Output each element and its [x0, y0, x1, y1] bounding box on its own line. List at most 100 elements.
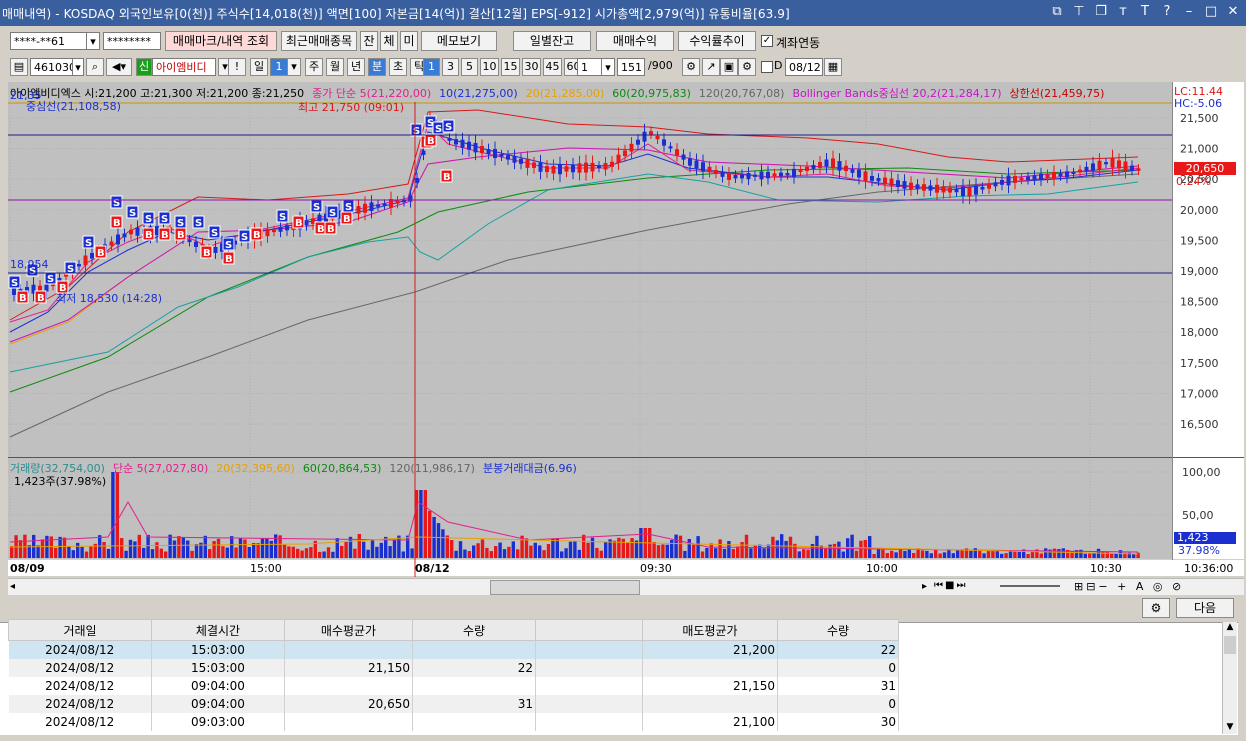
scroll-up-icon[interactable]: ▲	[1223, 622, 1237, 632]
table-row[interactable]: 2024/08/12 15:03:00 21,150 22 0	[8, 659, 899, 677]
save-icon[interactable]: ▣	[720, 58, 738, 76]
period-button-1[interactable]: 월	[326, 58, 344, 76]
close-icon[interactable]: ✕	[1226, 4, 1240, 19]
column-header-5[interactable]: 매도평균가	[642, 619, 778, 641]
period-dropdown-icon[interactable]: ▾	[287, 58, 301, 76]
count-input[interactable]: 151	[617, 58, 645, 76]
daily-balance-button[interactable]: 일별잔고	[513, 31, 591, 51]
chart-type-icon[interactable]: ▤	[10, 58, 28, 76]
table-cell	[412, 713, 536, 731]
period-button-3[interactable]: 분	[368, 58, 386, 76]
indicator-icon[interactable]: ⚙	[682, 58, 700, 76]
minimize-icon[interactable]: –	[1182, 4, 1196, 19]
recent-trades-button[interactable]: 최근매매종목	[281, 31, 357, 51]
interval-button-30[interactable]: 30	[522, 58, 541, 76]
interval-button-3[interactable]: 3	[442, 58, 459, 76]
font-icon[interactable]: ᴛ	[1116, 4, 1130, 19]
table-cell: 0	[777, 659, 899, 677]
table-row[interactable]: 2024/08/12 15:03:00 21,200 22	[8, 640, 899, 659]
interval-button-10[interactable]: 10	[480, 58, 499, 76]
volume-bar	[269, 540, 273, 558]
interval-button-45[interactable]: 45	[543, 58, 562, 76]
interval-button-5[interactable]: 5	[461, 58, 478, 76]
column-header-1[interactable]: 체결시간	[151, 619, 285, 641]
account-dropdown-icon[interactable]: ▾	[86, 32, 100, 50]
d-checkbox[interactable]	[761, 61, 773, 73]
playback-controls-icon[interactable]: ⏮■⏭	[934, 580, 967, 591]
table-row[interactable]: 2024/08/12 09:04:00 20,650 31 0	[8, 695, 899, 713]
count-dropdown-icon[interactable]: ▾	[601, 58, 615, 76]
interval-button-15[interactable]: 15	[501, 58, 520, 76]
restore-icon[interactable]: ❐	[1094, 4, 1108, 19]
password-input[interactable]: ********	[103, 32, 161, 50]
interval-button-1[interactable]: 1	[423, 58, 440, 76]
stock-name-field[interactable]: 아이엠비디	[152, 58, 216, 76]
volume-bar	[960, 549, 964, 558]
table-cell: 2024/08/12	[8, 695, 152, 713]
code-dropdown-icon[interactable]: ▾	[72, 58, 84, 76]
table-scroll-thumb[interactable]	[1224, 636, 1236, 654]
candle-body	[1000, 179, 1004, 185]
chart-area[interactable]: SBSBSBSSBSBSSBSBSBSSBSBSBSBSBSBSBSBSSSBB…	[8, 82, 1244, 595]
zoom-slider[interactable]	[1000, 585, 1060, 587]
text-icon[interactable]: T	[1138, 4, 1152, 19]
settings-gear-icon[interactable]: ⚙	[1142, 598, 1170, 618]
period-button-0[interactable]: 주	[305, 58, 323, 76]
alert-button[interactable]: !	[228, 58, 246, 76]
date-input[interactable]: 08/12	[785, 58, 823, 76]
scroll-thumb[interactable]	[490, 580, 640, 595]
unexecuted-button[interactable]: 미	[400, 31, 418, 51]
volume-bar	[366, 549, 370, 558]
column-header-6[interactable]: 수량	[777, 619, 899, 641]
executed-button[interactable]: 체	[380, 31, 398, 51]
x-axis-bg	[8, 560, 1244, 576]
period-num-select[interactable]: 1	[270, 58, 288, 76]
trade-profit-button[interactable]: 매매수익	[596, 31, 674, 51]
table-row[interactable]: 2024/08/12 09:04:00 21,150 31	[8, 677, 899, 695]
column-header-4[interactable]	[535, 619, 643, 641]
candle-body	[571, 164, 575, 173]
svg-text:B: B	[37, 293, 45, 304]
candle-body	[1065, 171, 1069, 178]
volume-bar	[454, 550, 458, 558]
pin-icon[interactable]: ⊤	[1072, 4, 1086, 19]
zoom-tools-icon[interactable]: ⊞⊟− + A ◎ ⊘	[1074, 580, 1184, 593]
link-icon[interactable]: ⧉	[1050, 4, 1064, 19]
candle-body	[512, 155, 517, 163]
scroll-down-icon[interactable]: ▼	[1223, 722, 1237, 732]
volume-bar	[300, 550, 304, 558]
settings-icon[interactable]: ⚙	[738, 58, 756, 76]
volume-bar	[89, 546, 93, 558]
candle-body	[525, 158, 530, 168]
calendar-icon[interactable]: ▦	[824, 58, 842, 76]
draw-tool-icon[interactable]: ↗	[702, 58, 720, 76]
trade-mark-query-button[interactable]: 매매마크/내역 조회	[165, 31, 277, 51]
candle-body	[772, 173, 777, 177]
price-chart-svg[interactable]: SBSBSBSSBSBSSBSBSBSSBSBSBSBSBSBSBSBSSSBB…	[8, 82, 1244, 594]
column-header-2[interactable]: 매수평균가	[284, 619, 413, 641]
memo-button[interactable]: 메모보기	[421, 31, 497, 51]
chart-scrollbar[interactable]: ◂ ▸ ⏮■⏭ ⊞⊟− + A ◎ ⊘	[8, 578, 1244, 595]
help-icon[interactable]: ?	[1160, 4, 1174, 19]
volume-bar	[168, 534, 172, 558]
balance-button[interactable]: 잔	[360, 31, 378, 51]
volume-bar	[832, 543, 837, 558]
return-trend-button[interactable]: 수익률추이	[678, 31, 756, 51]
candle-body	[532, 162, 536, 168]
period-button-4[interactable]: 초	[389, 58, 407, 76]
period-button-2[interactable]: 년	[347, 58, 365, 76]
account-link-checkbox[interactable]: ✓	[761, 35, 773, 47]
scroll-right-icon[interactable]: ▸	[922, 581, 927, 592]
maximize-icon[interactable]: □	[1204, 4, 1218, 19]
table-scrollbar[interactable]: ▲ ▼	[1222, 622, 1237, 734]
volume-bar	[775, 540, 779, 558]
next-button[interactable]: 다음	[1176, 598, 1234, 618]
sound-icon[interactable]: ◀▾	[106, 58, 132, 76]
search-icon[interactable]: ⌕	[86, 58, 104, 76]
buy-marker-icon: B	[94, 245, 107, 259]
period-day-button[interactable]: 일	[250, 58, 268, 76]
column-header-3[interactable]: 수량	[412, 619, 536, 641]
column-header-0[interactable]: 거래일	[8, 619, 152, 641]
table-row[interactable]: 2024/08/12 09:03:00 21,100 30	[8, 713, 899, 731]
scroll-left-icon[interactable]: ◂	[10, 581, 15, 592]
